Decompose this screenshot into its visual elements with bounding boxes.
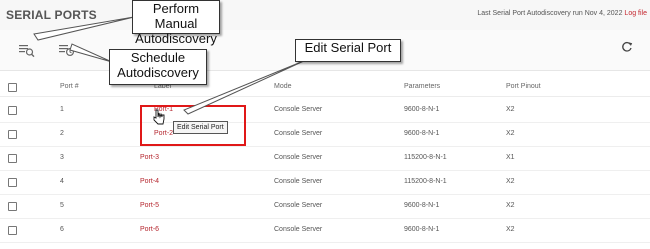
callout-edit-serial-port: Edit Serial Port [295,39,401,62]
serial-ports-panel: SERIAL PORTS Last Serial Port Autodiscov… [0,0,650,249]
mouse-cursor-icon [153,109,165,125]
annotation-arrows [33,16,307,125]
callout-manual-autodiscovery: Perform Manual Autodiscovery [132,0,220,46]
callout-schedule-autodiscovery: Schedule Autodiscovery [109,49,207,85]
